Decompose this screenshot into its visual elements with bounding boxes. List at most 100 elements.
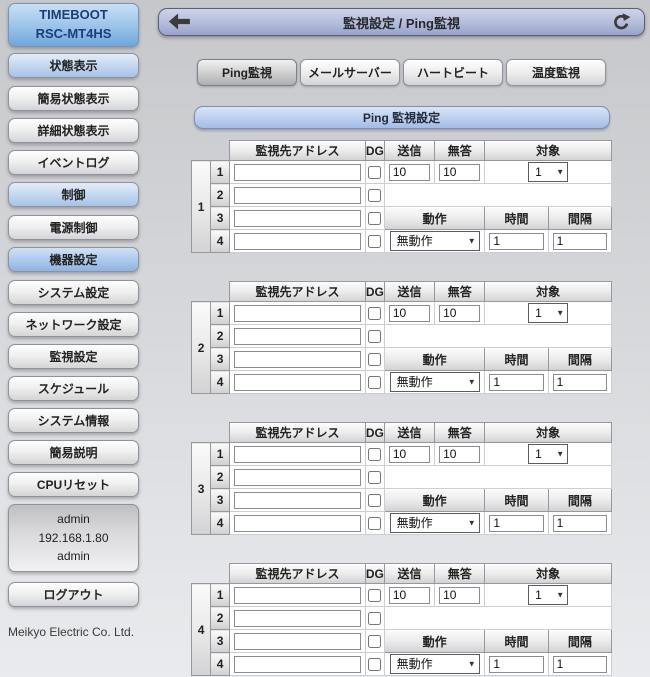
dg-checkbox[interactable] — [368, 376, 381, 389]
refresh-icon — [612, 13, 631, 32]
dg-checkbox[interactable] — [368, 612, 381, 625]
col-header-action: 動作 — [384, 630, 484, 653]
dg-checkbox[interactable] — [368, 235, 381, 248]
row-number: 2 — [211, 184, 230, 207]
dg-checkbox[interactable] — [368, 658, 381, 671]
address-input[interactable] — [234, 187, 361, 204]
time-input[interactable] — [489, 233, 543, 250]
refresh-button[interactable] — [612, 13, 636, 32]
row-number: 3 — [211, 348, 230, 371]
noanswer-count-input[interactable] — [439, 305, 480, 322]
sidebar-item-detailed-status[interactable]: 詳細状態表示 — [8, 118, 139, 143]
sidebar-section-control[interactable]: 制御 — [8, 182, 139, 207]
sidebar-item-simple-guide[interactable]: 簡易説明 — [8, 440, 139, 465]
noanswer-count-input[interactable] — [439, 587, 480, 604]
col-header-send: 送信 — [384, 564, 434, 584]
send-count-input[interactable] — [389, 587, 430, 604]
row-number: 2 — [211, 325, 230, 348]
back-button[interactable] — [168, 13, 192, 32]
address-input[interactable] — [234, 374, 361, 391]
target-select[interactable]: 1 — [528, 303, 568, 323]
address-input[interactable] — [234, 328, 361, 345]
sidebar-item-power-control[interactable]: 電源制御 — [8, 215, 139, 240]
col-header-address: 監視先アドレス — [230, 282, 366, 302]
col-header-interval: 間隔 — [548, 630, 611, 653]
noanswer-count-input[interactable] — [439, 446, 480, 463]
address-input[interactable] — [234, 351, 361, 368]
sidebar-item-system-info[interactable]: システム情報 — [8, 408, 139, 433]
sidebar-item-system-settings[interactable]: システム設定 — [8, 280, 139, 305]
tab-ping-monitor[interactable]: Ping監視 — [197, 59, 297, 86]
table-row: 4 無動作 ▼ — [192, 371, 612, 394]
time-input[interactable] — [489, 515, 543, 532]
dg-checkbox[interactable] — [368, 471, 381, 484]
section-title-ping-settings: Ping 監視設定 — [194, 106, 610, 129]
address-input[interactable] — [234, 587, 361, 604]
tab-mail-server[interactable]: メールサーバー — [300, 59, 400, 86]
address-input[interactable] — [234, 164, 361, 181]
address-input[interactable] — [234, 305, 361, 322]
account-ip: 192.168.1.80 — [9, 529, 138, 548]
tab-temperature-monitor[interactable]: 温度監視 — [506, 59, 606, 86]
dg-checkbox[interactable] — [368, 448, 381, 461]
action-select[interactable]: 無動作 — [390, 231, 480, 251]
noanswer-count-input[interactable] — [439, 164, 480, 181]
action-select[interactable]: 無動作 — [390, 513, 480, 533]
send-count-input[interactable] — [389, 305, 430, 322]
sidebar-item-event-log[interactable]: イベントログ — [8, 150, 139, 175]
table-row: 3 1 1 ▼ — [192, 443, 612, 466]
address-input[interactable] — [234, 633, 361, 650]
sidebar-item-cpu-reset[interactable]: CPUリセット — [8, 472, 139, 497]
target-select[interactable]: 1 — [528, 585, 568, 605]
interval-input[interactable] — [553, 515, 607, 532]
dg-checkbox[interactable] — [368, 494, 381, 507]
interval-input[interactable] — [553, 656, 607, 673]
dg-checkbox[interactable] — [368, 635, 381, 648]
target-select[interactable]: 1 — [528, 444, 568, 464]
table-row: 3 動作 時間 間隔 — [192, 489, 612, 512]
device-name-button[interactable]: TIMEBOOT RSC-MT4HS — [8, 3, 139, 47]
address-input[interactable] — [234, 469, 361, 486]
tab-heartbeat[interactable]: ハートビート — [403, 59, 503, 86]
empty-cell — [384, 325, 611, 348]
address-input[interactable] — [234, 515, 361, 532]
dg-checkbox[interactable] — [368, 166, 381, 179]
col-header-address: 監視先アドレス — [230, 564, 366, 584]
interval-input[interactable] — [553, 233, 607, 250]
dg-checkbox[interactable] — [368, 189, 381, 202]
sidebar-item-simple-status[interactable]: 簡易状態表示 — [8, 86, 139, 111]
action-select[interactable]: 無動作 — [390, 654, 480, 674]
sidebar-item-schedule[interactable]: スケジュール — [8, 376, 139, 401]
address-input[interactable] — [234, 446, 361, 463]
address-input[interactable] — [234, 492, 361, 509]
dg-checkbox[interactable] — [368, 307, 381, 320]
interval-input[interactable] — [553, 374, 607, 391]
sidebar-item-network-settings[interactable]: ネットワーク設定 — [8, 312, 139, 337]
logout-button[interactable]: ログアウト — [8, 582, 139, 607]
send-count-input[interactable] — [389, 446, 430, 463]
send-count-input[interactable] — [389, 164, 430, 181]
time-input[interactable] — [489, 374, 543, 391]
dg-checkbox[interactable] — [368, 589, 381, 602]
device-name-line2: RSC-MT4HS — [36, 25, 112, 44]
sidebar-section-device-settings[interactable]: 機器設定 — [8, 247, 139, 272]
address-input[interactable] — [234, 610, 361, 627]
address-input[interactable] — [234, 233, 361, 250]
table-row: 3 動作 時間 間隔 — [192, 348, 612, 371]
page-title-bar: 監視設定 / Ping監視 — [158, 8, 645, 36]
col-header-time: 時間 — [485, 348, 548, 371]
dg-checkbox[interactable] — [368, 330, 381, 343]
dg-checkbox[interactable] — [368, 212, 381, 225]
target-select[interactable]: 1 — [528, 162, 568, 182]
sidebar-section-status-display[interactable]: 状態表示 — [8, 53, 139, 78]
address-input[interactable] — [234, 210, 361, 227]
group-number: 1 — [192, 161, 211, 253]
col-header-send: 送信 — [384, 282, 434, 302]
action-select[interactable]: 無動作 — [390, 372, 480, 392]
time-input[interactable] — [489, 656, 543, 673]
main-panel: 監視設定 / Ping監視 Ping監視 メールサーバー ハートビート 温度監視… — [158, 0, 645, 677]
address-input[interactable] — [234, 656, 361, 673]
dg-checkbox[interactable] — [368, 517, 381, 530]
sidebar-item-monitor-settings[interactable]: 監視設定 — [8, 344, 139, 369]
dg-checkbox[interactable] — [368, 353, 381, 366]
